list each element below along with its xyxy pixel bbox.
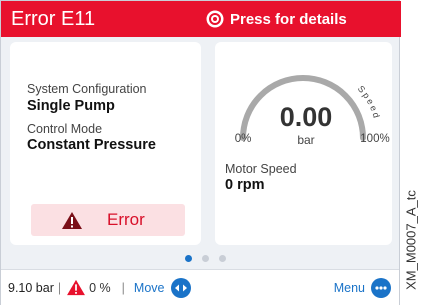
gauge-min-label: 0%: [235, 133, 252, 145]
page-dot-3[interactable]: [219, 255, 226, 262]
warning-icon: [67, 279, 86, 296]
gauge-value: 0.00: [280, 102, 333, 132]
control-mode-value: Constant Pressure: [27, 137, 156, 153]
system-configuration-label: System Configuration: [27, 82, 147, 96]
control-mode-label: Control Mode: [27, 122, 103, 136]
system-configuration-value: Single Pump: [27, 98, 115, 114]
gauge-unit: bar: [297, 133, 314, 147]
pressure-gauge-card: Speed 0.00 bar 0% 100% Motor Speed 0 rpm: [215, 42, 392, 245]
menu-label: Menu: [333, 280, 365, 295]
page-dot-1[interactable]: [185, 255, 192, 262]
page-dot-2[interactable]: [202, 255, 209, 262]
error-title: Error E11: [11, 7, 96, 30]
status-bar: 9.10 bar | 0 % | Move Menu: [1, 269, 399, 305]
error-header: Error E11 Press for details: [1, 1, 401, 37]
error-button-label: Error: [107, 210, 145, 229]
warning-percent: 0 %: [89, 280, 111, 295]
menu-button[interactable]: [371, 277, 391, 298]
divider: |: [121, 280, 125, 295]
gauge-max-label: 100%: [360, 133, 389, 145]
menu-dots-icon: [375, 285, 387, 290]
figure-id: XM_M0007_A_tc: [403, 190, 418, 290]
press-for-details-button[interactable]: Press for details: [206, 1, 347, 37]
pressure-readout: 9.10 bar: [8, 280, 54, 295]
speed-gauge: Speed 0.00 bar 0% 100%: [235, 75, 390, 147]
move-label: Move: [133, 280, 165, 295]
warning-icon: [62, 211, 82, 229]
system-info-card: System Configuration Single Pump Control…: [10, 42, 201, 245]
error-button[interactable]: Error: [31, 204, 185, 236]
figure-id-label: XM_M0007_A_tc: [400, 0, 421, 305]
target-icon: [206, 10, 224, 28]
device-screen: Error E11 Press for details System Confi…: [0, 0, 401, 305]
move-button[interactable]: [170, 277, 191, 298]
move-arrows-icon: [174, 284, 187, 291]
divider: |: [57, 280, 62, 295]
motor-speed-label: Motor Speed: [225, 162, 297, 176]
motor-speed-value: 0 rpm: [225, 177, 265, 193]
details-label: Press for details: [230, 10, 347, 28]
page-indicator: [185, 255, 226, 262]
